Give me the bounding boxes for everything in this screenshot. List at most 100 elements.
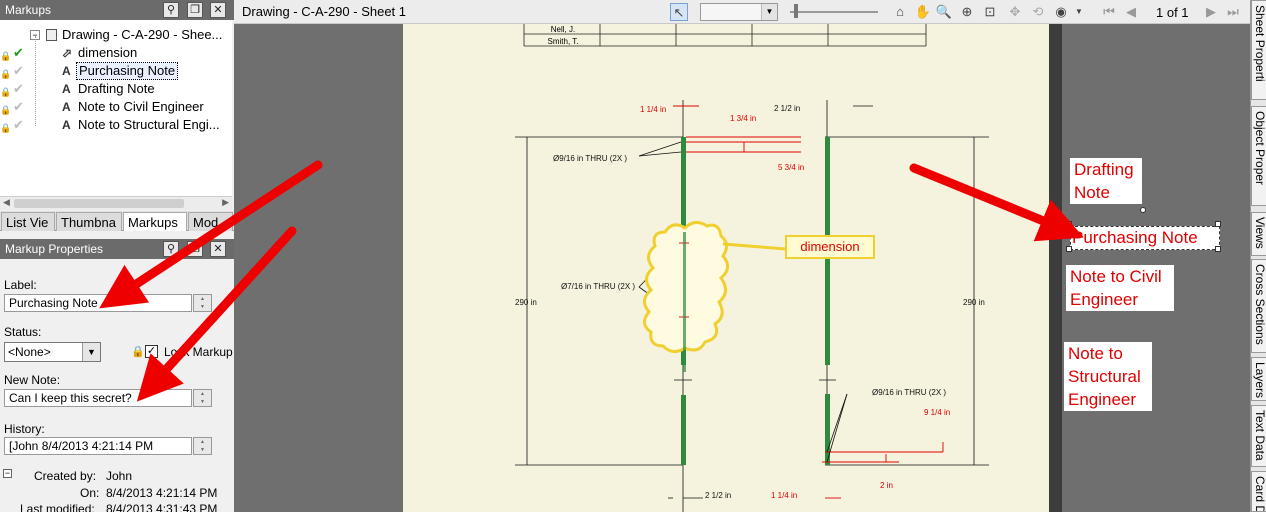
on-value: 8/4/2013 4:21:14 PM — [106, 486, 218, 500]
pin-icon[interactable]: ⚲ — [163, 2, 179, 18]
dimension-markup-label[interactable]: dimension — [785, 235, 875, 259]
select-pointer-icon[interactable]: ↖ — [670, 3, 688, 21]
chevron-down-icon[interactable]: ▼ — [82, 343, 100, 361]
civil-note-markup[interactable]: Note to Civil Engineer — [1066, 265, 1174, 311]
scroll-thumb[interactable] — [14, 199, 184, 208]
close-icon[interactable]: ✕ — [210, 241, 226, 257]
rotation-handle[interactable] — [1140, 207, 1146, 213]
purchasing-note-markup[interactable]: Purchasing Note — [1070, 226, 1220, 250]
selection-handle[interactable] — [1066, 221, 1072, 227]
tab-object-properties[interactable]: Object Proper — [1251, 106, 1266, 206]
markup-properties: Label: Purchasing Note Status: <None> ▼ … — [0, 259, 234, 512]
hole-callout-top: Ø9/16 in THRU (2X ) — [553, 154, 627, 163]
home-icon[interactable]: ⌂ — [891, 3, 909, 21]
tree-item-purchasing-note[interactable]: 🔒 ✔ A Purchasing Note — [0, 62, 232, 80]
selection-handle[interactable] — [1066, 246, 1072, 252]
status-select[interactable]: <None> ▼ — [4, 342, 101, 362]
next-page-icon[interactable]: ▶ — [1202, 3, 1220, 21]
dim-right-bottom: 1 1/4 in — [771, 491, 797, 500]
visible-check-icon[interactable]: ✔ — [13, 98, 24, 116]
zoom-select[interactable]: ▼ — [700, 3, 778, 21]
visible-check-icon[interactable]: ✔ — [13, 80, 24, 98]
created-by-caption: Created by: — [34, 469, 97, 483]
hole-callout-bottom: Ø9/16 in THRU (2X ) — [872, 388, 946, 397]
tab-layers[interactable]: Layers — [1251, 357, 1266, 401]
tab-card-data[interactable]: Card Data — [1251, 471, 1266, 512]
pan-hand-icon[interactable]: ✋ — [914, 3, 932, 21]
extension-lines — [515, 105, 989, 499]
tab-list-view[interactable]: List Vie — [1, 212, 55, 231]
visible-check-icon[interactable]: ✔ — [13, 44, 24, 62]
visible-check-icon[interactable]: ✔ — [13, 62, 24, 80]
markup-tree: − Drawing - C-A-290 - Shee... 🔒 ✔ ⬀ dime… — [0, 20, 232, 196]
text-markup-icon: A — [62, 118, 71, 132]
last-modified-caption: Last modified: — [20, 502, 95, 512]
selection-handle[interactable] — [1215, 246, 1221, 252]
tab-thumbnails[interactable]: Thumbna — [56, 212, 122, 231]
drawing-canvas[interactable]: Nell, J. Smith, T. 1 1/4 in 1 3/4 in 5 3… — [234, 24, 1250, 512]
drawing-graphics: Nell, J. Smith, T. 1 1/4 in 1 3/4 in 5 3… — [515, 24, 989, 512]
structural-note-markup[interactable]: Note to Structural Engineer — [1064, 342, 1152, 411]
tab-markups[interactable]: Markups — [123, 212, 187, 231]
text-markup-icon: A — [62, 100, 71, 114]
new-note-spinner[interactable] — [193, 389, 212, 407]
zoom-window-icon[interactable]: ⊕ — [958, 3, 976, 21]
sheet-edge — [1049, 24, 1062, 512]
float-icon[interactable]: ❐ — [187, 241, 203, 257]
tab-sheet-properties[interactable]: Sheet Properti — [1251, 0, 1266, 100]
history-spinner[interactable] — [193, 437, 212, 455]
text-markup-icon: A — [62, 82, 71, 96]
drafting-note-markup[interactable]: Drafting Note — [1070, 158, 1142, 204]
zoom-extents-icon[interactable]: ⊡ — [981, 3, 999, 21]
history-field[interactable]: [John 8/4/2013 4:21:14 PM — [4, 437, 192, 455]
status-value: <None> — [8, 345, 51, 359]
tab-text-data[interactable]: Text Data — [1251, 405, 1266, 467]
zoom-in-icon[interactable]: 🔍 — [935, 3, 953, 21]
tree-item-label: Drafting Note — [78, 81, 155, 96]
tab-label: Views — [1253, 217, 1266, 249]
created-by-value: John — [106, 469, 133, 483]
rotate-icon[interactable]: ⟲ — [1029, 3, 1047, 21]
label-spinner[interactable] — [193, 294, 212, 312]
zoom-slider[interactable] — [790, 11, 878, 13]
dimension-icon: ⬀ — [62, 46, 73, 60]
visible-check-icon[interactable]: ✔ — [13, 116, 24, 134]
document-title: Drawing - C-A-290 - Sheet 1 — [242, 4, 407, 19]
label-input[interactable]: Purchasing Note — [4, 294, 192, 312]
status-caption: Status: — [4, 325, 42, 339]
view-options-chevron-icon[interactable]: ▼ — [1070, 3, 1088, 21]
new-note-input[interactable]: Can I keep this secret? — [4, 389, 192, 407]
cloud-leader — [722, 242, 787, 251]
tab-views[interactable]: Views — [1251, 212, 1266, 256]
lock-icon[interactable]: 🔒 — [0, 119, 11, 137]
first-page-icon[interactable]: ⏮ — [1100, 3, 1118, 21]
zoom-slider-handle[interactable] — [794, 4, 798, 18]
tree-horizontal-scrollbar[interactable]: ◀ ▶ — [0, 196, 232, 210]
scroll-right-icon[interactable]: ▶ — [222, 197, 229, 208]
tab-cross-sections[interactable]: Cross Sections — [1251, 259, 1266, 353]
selection-handle[interactable] — [1215, 221, 1221, 227]
tree-item-dimension[interactable]: 🔒 ✔ ⬀ dimension — [0, 44, 232, 62]
document-area: Drawing - C-A-290 - Sheet 1 ↖ ▼ ⌂ ✋ 🔍 ⊕ … — [234, 0, 1250, 512]
look-icon[interactable]: ◉ — [1052, 3, 1070, 21]
title-block-table — [523, 24, 927, 47]
chevron-down-icon[interactable]: ▼ — [761, 4, 777, 20]
tree-item-civil-note[interactable]: 🔒 ✔ A Note to Civil Engineer — [0, 98, 232, 116]
pin-icon[interactable]: ⚲ — [163, 241, 179, 257]
tree-item-structural-note[interactable]: 🔒 ✔ A Note to Structural Engi... — [0, 116, 232, 134]
properties-panel-titlebar: Markup Properties ⚲ ❐ ✕ — [0, 239, 234, 259]
lock-markup-checkbox[interactable]: ✓ — [145, 345, 158, 358]
dim-left-bottom: 2 1/2 in — [705, 491, 731, 500]
close-icon[interactable]: ✕ — [210, 2, 226, 18]
tab-model[interactable]: Mod — [188, 212, 233, 231]
scroll-left-icon[interactable]: ◀ — [3, 197, 10, 208]
dim-right-top: 2 1/2 in — [774, 104, 800, 113]
float-icon[interactable]: ❐ — [187, 2, 203, 18]
orbit-icon[interactable]: ✥ — [1006, 3, 1024, 21]
last-modified-value: 8/4/2013 4:31:43 PM — [106, 502, 218, 512]
collapse-icon[interactable]: − — [3, 469, 12, 478]
tree-item-label: Note to Structural Engi... — [78, 117, 220, 132]
previous-page-icon[interactable]: ◀ — [1122, 3, 1140, 21]
tree-item-drafting-note[interactable]: 🔒 ✔ A Drafting Note — [0, 80, 232, 98]
last-page-icon[interactable]: ⏭ — [1224, 3, 1242, 21]
